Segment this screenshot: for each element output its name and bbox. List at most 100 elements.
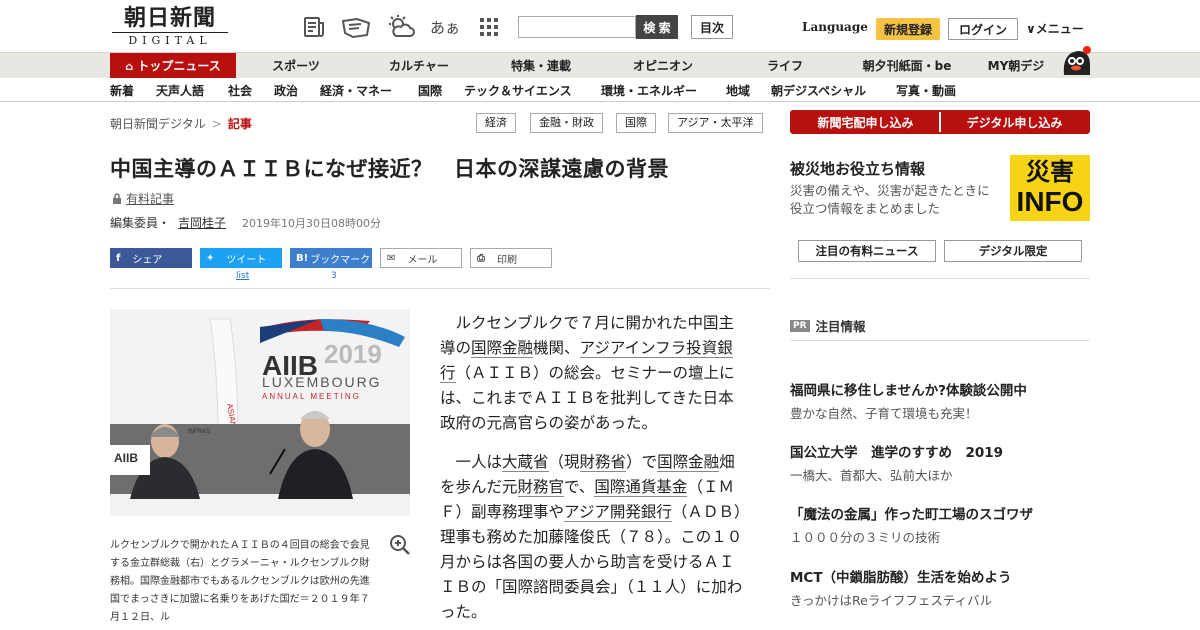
divider — [790, 340, 1090, 341]
print-label: 印刷 — [497, 254, 517, 266]
subnav-latest[interactable]: 新着 — [110, 82, 134, 99]
site-header: 朝日新聞 DIGITAL あぁ 検 索 目次 Language 新規登録 ログイ… — [0, 0, 1200, 52]
nav-culture[interactable]: カルチャー — [374, 53, 464, 79]
author-name[interactable]: 吉岡桂子 — [178, 216, 226, 230]
keyword-link[interactable]: 財務省 — [579, 453, 627, 472]
menu-button[interactable]: ∨メニュー — [1026, 20, 1084, 37]
nav-features[interactable]: 特集・連載 — [496, 53, 586, 79]
logo-japanese: 朝日新聞 — [123, 5, 216, 31]
mail-button[interactable]: ✉ メール — [380, 248, 462, 268]
divider — [110, 288, 770, 289]
nav-life[interactable]: ライフ — [750, 53, 820, 79]
subnav-tensei-jingo[interactable]: 天声人語 — [156, 82, 204, 99]
subnav-international[interactable]: 国際 — [418, 82, 442, 99]
banner-bottom-text: INFO — [1016, 186, 1084, 217]
article-body: ルクセンブルクで７月に開かれた中国主導の国際金融機関、アジアインフラ投資銀行（Ａ… — [440, 311, 748, 630]
text: ）で — [626, 453, 658, 471]
reading-icon[interactable] — [341, 14, 371, 40]
pr-item[interactable]: 「魔法の金属」作った町工場のスゴワザ １０００分の３ミリの技術 — [790, 503, 1090, 546]
pr-item-title[interactable]: MCT（中鎖脂肪酸）生活を始めよう — [790, 566, 1090, 586]
banner-year: 2019 — [324, 339, 382, 369]
print-button[interactable]: ⎙ 印刷 — [470, 248, 552, 268]
nav-sports[interactable]: スポーツ — [256, 53, 336, 79]
login-button[interactable]: ログイン — [948, 18, 1018, 40]
keyword-link[interactable]: アジア開発銀行 — [564, 503, 672, 522]
text: （ＡＩＩＢ）の総会。セミナーの壇上には、これまでＡＩＩＢを批判してきた日本政府の… — [440, 364, 735, 432]
keyword-link[interactable]: 国際通貨基金 — [594, 478, 688, 497]
newspaper-icon[interactable] — [301, 14, 327, 40]
hatena-bookmark-button[interactable]: B! ブックマーク — [290, 248, 372, 268]
paid-news-button[interactable]: 注目の有料ニュース — [798, 240, 936, 262]
tag-finance[interactable]: 金融・財政 — [530, 113, 603, 133]
mail-label: メール — [407, 254, 438, 266]
nav-print-edition[interactable]: 朝夕刊紙面・be — [852, 53, 962, 79]
publish-date: 2019年10月30日08時00分 — [242, 217, 382, 230]
pr-item-title[interactable]: 福岡県に移住しませんか?体験談公開中 — [790, 379, 1090, 399]
pr-item-title[interactable]: 「魔法の金属」作った町工場のスゴワザ — [790, 503, 1090, 523]
keyword-link[interactable]: 大蔵省 — [502, 453, 549, 472]
subnav-politics[interactable]: 政治 — [274, 82, 298, 99]
pr-item[interactable]: 福岡県に移住しませんか?体験談公開中 豊かな自然、子育て環境も充実！ — [790, 379, 1090, 422]
pr-item[interactable]: 国公立大学 進学のすすめ 2019 一橋大、首都大、弘前大ほか — [790, 441, 1090, 484]
nav-my-asadigi[interactable]: MY朝デジ — [980, 53, 1052, 79]
pr-item-sub: １０００分の３ミリの技術 — [790, 530, 941, 545]
nav-top-news[interactable]: ⌂ トップニュース — [110, 53, 236, 79]
banner-city: LUXEMBOURG — [262, 374, 382, 390]
pr-item[interactable]: MCT（中鎖脂肪酸）生活を始めよう きっかけはReライフフェスティバル — [790, 566, 1090, 609]
byline: 編集委員・ 吉岡桂子 2019年10月30日08時00分 — [110, 214, 381, 231]
text: （現 — [548, 453, 580, 471]
font-size-icon[interactable]: あぁ — [430, 14, 460, 40]
pr-section-heading: PR 注目情報 — [790, 316, 866, 335]
pr-item-sub: 豊かな自然、子育て環境も充実！ — [790, 406, 978, 421]
site-logo[interactable]: 朝日新聞 DIGITAL — [112, 5, 228, 47]
paid-article-label: 有料記事 — [112, 190, 174, 208]
tag-international[interactable]: 国際 — [616, 113, 656, 133]
digital-apply-button[interactable]: デジタル申し込み — [939, 112, 1088, 132]
subnav-tech-science[interactable]: テック＆サイエンス — [464, 82, 572, 99]
toc-button[interactable]: 目次 — [691, 15, 733, 39]
tag-economy[interactable]: 経済 — [476, 113, 516, 133]
facebook-icon: f — [116, 252, 121, 264]
bookmark-label: ブックマーク — [310, 254, 371, 266]
facebook-share-button[interactable]: f シェア — [110, 248, 192, 268]
lock-icon — [112, 193, 122, 208]
hatena-icon: B! — [296, 252, 309, 264]
subnav-special[interactable]: 朝デジスペシャル — [771, 82, 866, 99]
nav-opinion[interactable]: オピニオン — [618, 53, 708, 79]
zoom-icon[interactable] — [389, 534, 411, 560]
subnav-region[interactable]: 地域 — [726, 82, 750, 99]
disaster-info-title[interactable]: 被災地お役立ち情報 — [790, 158, 925, 179]
subscription-apply: 新聞宅配申し込み デジタル申し込み — [790, 110, 1090, 134]
disaster-info-banner[interactable]: 災害 INFO — [1010, 155, 1090, 221]
article-title: 中国主導のＡＩＩＢになぜ接近？ 日本の深謀遠慮の背景 — [110, 157, 669, 181]
text: 機関、 — [533, 339, 580, 357]
weather-icon[interactable] — [386, 14, 416, 40]
register-button[interactable]: 新規登録 — [876, 18, 940, 40]
subnav-photo-video[interactable]: 写真・動画 — [896, 82, 956, 99]
keyword-link[interactable]: 国際金融 — [471, 339, 534, 358]
search-button[interactable]: 検 索 — [636, 15, 678, 39]
pr-item-title[interactable]: 国公立大学 進学のすすめ 2019 — [790, 441, 1090, 461]
hatena-count[interactable]: 3 — [331, 271, 337, 281]
home-icon: ⌂ — [125, 60, 134, 73]
subnav-economy[interactable]: 経済・マネー — [320, 82, 392, 99]
pr-item-sub: きっかけはReライフフェスティバル — [790, 593, 993, 608]
tag-asia-pacific[interactable]: アジア・太平洋 — [668, 113, 763, 133]
keyword-link[interactable]: 国際金融 — [657, 453, 720, 472]
newspaper-apply-button[interactable]: 新聞宅配申し込み — [792, 112, 939, 132]
share-label: シェア — [132, 254, 163, 266]
paid-text: 有料記事 — [126, 192, 175, 206]
subnav-environment[interactable]: 環境・エネルギー — [601, 82, 697, 99]
digital-only-button[interactable]: デジタル限定 — [944, 240, 1082, 262]
subnav-society[interactable]: 社会 — [228, 82, 252, 99]
twitter-count[interactable]: list — [236, 271, 249, 281]
language-link[interactable]: Language — [802, 20, 868, 34]
apps-grid-icon[interactable] — [476, 14, 502, 40]
keyword-link[interactable]: 財務官 — [517, 478, 565, 497]
search-input[interactable] — [518, 16, 636, 38]
twitter-share-button[interactable]: ✦ ツイート — [200, 248, 282, 268]
breadcrumb-home[interactable]: 朝日新聞デジタル — [110, 117, 206, 131]
mail-icon: ✉ — [387, 252, 396, 264]
tweet-label: ツイート — [226, 254, 267, 266]
article-photo[interactable]: AIIB 2019 LUXEMBOURG ANNUAL MEETING ASIA… — [110, 309, 410, 516]
